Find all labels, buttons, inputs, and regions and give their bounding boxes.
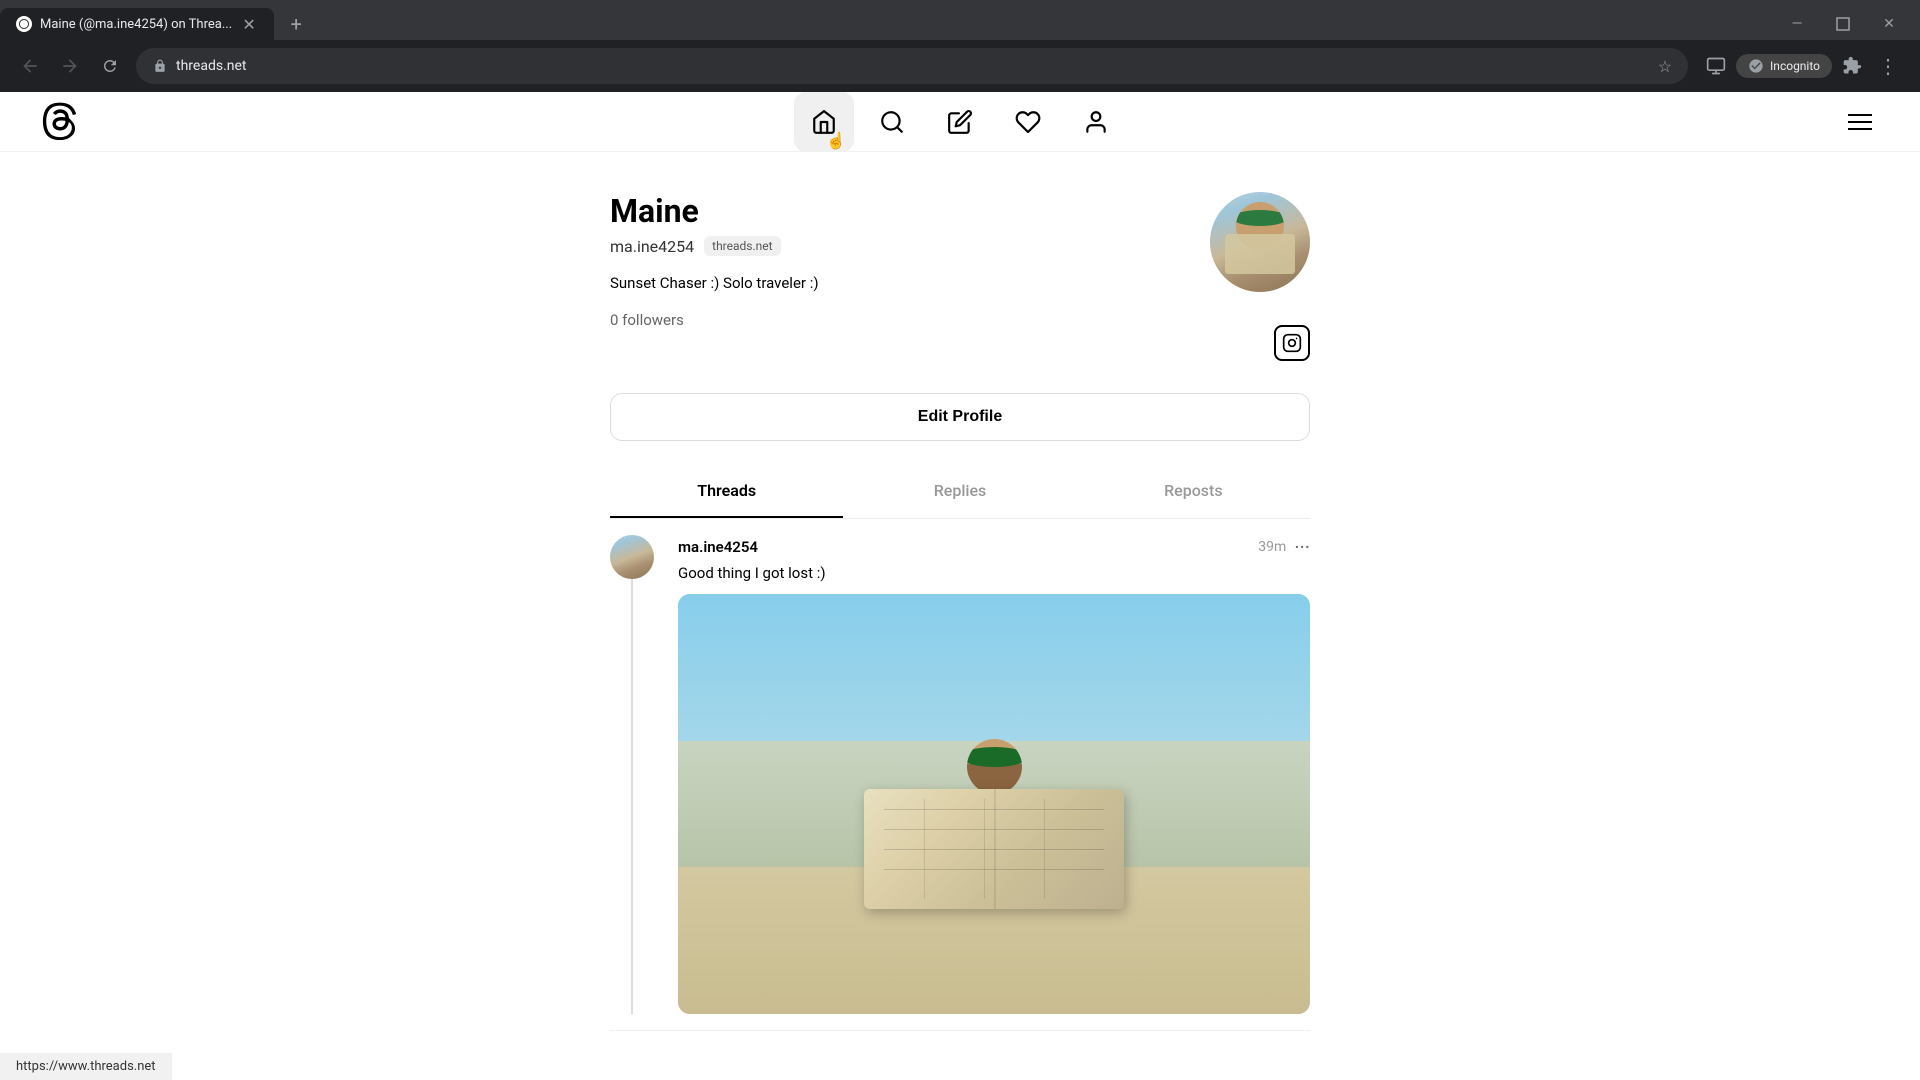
nav-home[interactable]: ☝ bbox=[794, 92, 854, 152]
tab-replies[interactable]: Replies bbox=[843, 465, 1076, 518]
profile-container: Maine ma.ine4254 threads.net Sunset Chas… bbox=[610, 152, 1310, 1031]
threads-logo[interactable] bbox=[40, 100, 80, 144]
page-content: ☝ bbox=[0, 92, 1920, 1080]
reload-button[interactable] bbox=[96, 52, 124, 80]
hamburger-line-1 bbox=[1848, 114, 1872, 116]
profile-handle-row: ma.ine4254 threads.net bbox=[610, 236, 1210, 256]
url-bar[interactable]: threads.net ☆ bbox=[136, 48, 1688, 84]
post-image bbox=[678, 594, 1310, 1014]
instagram-link-icon[interactable] bbox=[1274, 325, 1310, 361]
post-content: ma.ine4254 39m ··· Good thing I got lost… bbox=[678, 535, 1310, 1014]
active-tab[interactable]: Maine (@ma.ine4254) on Threa... ✕ bbox=[0, 8, 274, 40]
tab-close-button[interactable]: ✕ bbox=[240, 15, 258, 33]
maximize-button[interactable] bbox=[1820, 8, 1866, 40]
profile-followers[interactable]: 0 followers bbox=[610, 311, 1210, 329]
new-tab-button[interactable]: + bbox=[282, 10, 310, 38]
toolbar-icons: Incognito ⋮ bbox=[1700, 50, 1904, 82]
profile-info: Maine ma.ine4254 threads.net Sunset Chas… bbox=[610, 192, 1210, 329]
tab-title: Maine (@ma.ine4254) on Threa... bbox=[40, 17, 232, 32]
profile-avatar bbox=[1210, 192, 1310, 292]
lock-icon bbox=[152, 58, 168, 74]
edit-profile-button[interactable]: Edit Profile bbox=[610, 393, 1310, 441]
post-left-column bbox=[610, 535, 654, 1014]
browser-chrome: Maine (@ma.ine4254) on Threa... ✕ + — ✕ bbox=[0, 0, 1920, 92]
extensions-icon[interactable] bbox=[1836, 50, 1868, 82]
incognito-badge: Incognito bbox=[1736, 54, 1832, 78]
post-more-button[interactable]: ··· bbox=[1294, 535, 1310, 559]
post-meta: 39m ··· bbox=[1258, 535, 1310, 559]
nav-activity[interactable] bbox=[998, 92, 1058, 152]
nav-compose[interactable] bbox=[930, 92, 990, 152]
profile-name: Maine bbox=[610, 192, 1210, 230]
post-image-inner bbox=[678, 594, 1310, 1014]
minimize-button[interactable]: — bbox=[1774, 8, 1820, 40]
close-button[interactable]: ✕ bbox=[1866, 8, 1912, 40]
profile-icon[interactable] bbox=[1700, 50, 1732, 82]
profile-badge[interactable]: threads.net bbox=[704, 236, 780, 256]
top-nav: ☝ bbox=[0, 92, 1920, 152]
url-text: threads.net bbox=[176, 58, 1650, 74]
incognito-label: Incognito bbox=[1770, 59, 1820, 73]
hamburger-line-3 bbox=[1848, 128, 1872, 130]
hamburger-line-2 bbox=[1848, 121, 1872, 123]
post-text: Good thing I got lost :) bbox=[678, 563, 1310, 584]
nav-right bbox=[1848, 106, 1880, 138]
post-username[interactable]: ma.ine4254 bbox=[678, 538, 758, 556]
tab-reposts[interactable]: Reposts bbox=[1077, 465, 1310, 518]
profile-handle: ma.ine4254 bbox=[610, 237, 694, 256]
profile-bio: Sunset Chaser :) Solo traveler :) bbox=[610, 272, 1210, 295]
tab-favicon bbox=[16, 16, 32, 32]
profile-tabs: Threads Replies Reposts bbox=[610, 465, 1310, 519]
window-controls: — ✕ bbox=[1774, 8, 1920, 40]
nav-profile[interactable] bbox=[1066, 92, 1126, 152]
menu-button[interactable]: ⋮ bbox=[1872, 50, 1904, 82]
tab-threads[interactable]: Threads bbox=[610, 465, 843, 518]
bookmark-icon[interactable]: ☆ bbox=[1658, 57, 1672, 76]
tab-bar: Maine (@ma.ine4254) on Threa... ✕ + — ✕ bbox=[0, 0, 1920, 40]
address-bar: threads.net ☆ Incognito ⋮ bbox=[0, 40, 1920, 92]
status-bar: https://www.threads.net bbox=[0, 1053, 172, 1080]
profile-avatar-image bbox=[1210, 192, 1310, 292]
forward-button[interactable] bbox=[56, 52, 84, 80]
post-header: ma.ine4254 39m ··· bbox=[678, 535, 1310, 559]
post-avatar[interactable] bbox=[610, 535, 654, 579]
post-time: 39m bbox=[1258, 539, 1286, 555]
status-bar-url: https://www.threads.net bbox=[16, 1059, 156, 1074]
nav-items: ☝ bbox=[794, 92, 1126, 152]
back-button[interactable] bbox=[16, 52, 44, 80]
profile-header: Maine ma.ine4254 threads.net Sunset Chas… bbox=[610, 192, 1310, 329]
menu-hamburger-button[interactable] bbox=[1848, 106, 1880, 138]
thread-line bbox=[631, 579, 633, 1014]
post-item: ma.ine4254 39m ··· Good thing I got lost… bbox=[610, 519, 1310, 1031]
nav-search[interactable] bbox=[862, 92, 922, 152]
